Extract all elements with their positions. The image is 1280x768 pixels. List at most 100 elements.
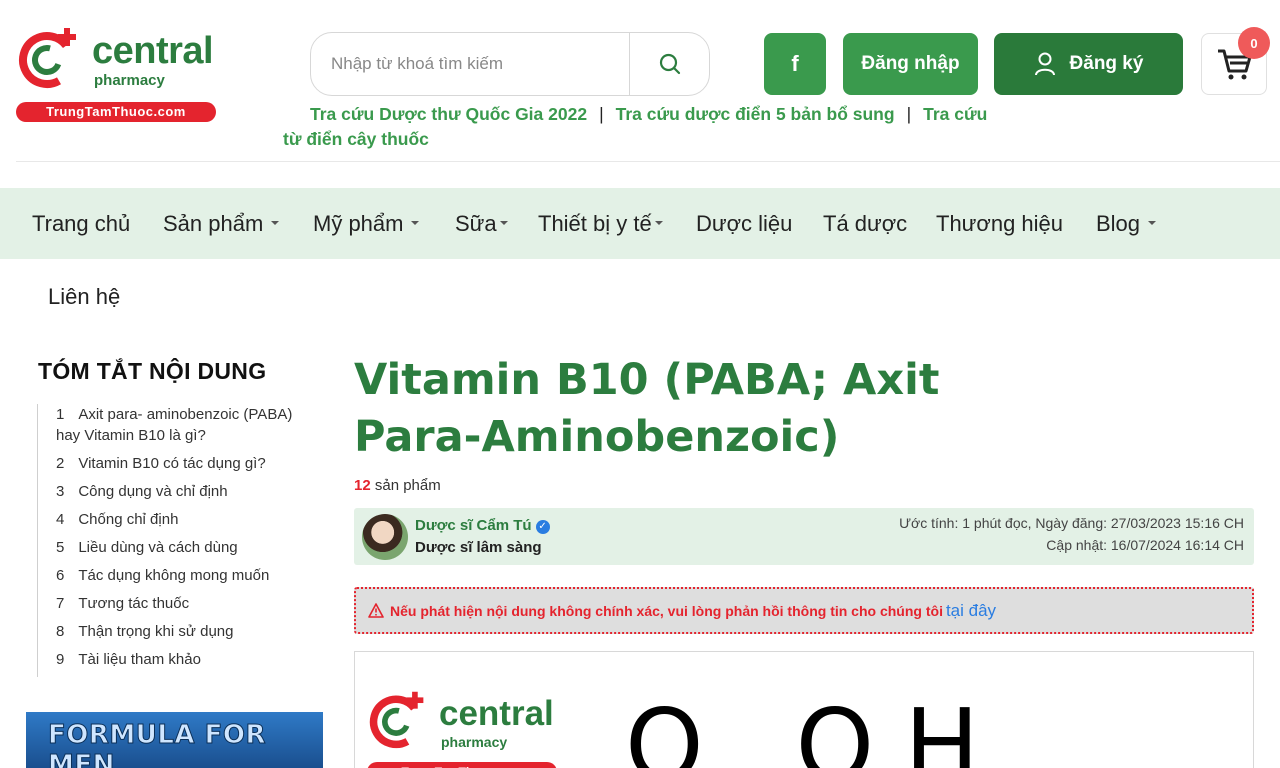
toc-item-number: 2 <box>56 455 65 472</box>
nav-item-blog[interactable]: Blog <box>1096 188 1157 259</box>
toc-item-number: 3 <box>56 483 65 500</box>
chevron-down-icon <box>654 221 663 226</box>
toc-item[interactable]: 3 Công dụng và chỉ định <box>56 481 317 502</box>
table-of-contents: 1 Axit para- aminobenzoic (PABA) hay Vita… <box>37 404 317 677</box>
logo-name: central <box>92 30 214 72</box>
page-title: Vitamin B10 (PABA; Axit Para-Aminobenzoi… <box>354 355 940 462</box>
toc-item-number: 1 <box>56 406 65 423</box>
feedback-warning: Nếu phát hiện nội dung không chính xác, … <box>354 587 1254 634</box>
verified-icon: ✓ <box>535 520 550 534</box>
user-icon <box>1034 52 1055 76</box>
nav-item-milk[interactable]: Sữa <box>455 188 508 259</box>
nav-label: Thiết bị y tế <box>538 211 652 236</box>
toc-item[interactable]: 2 Vitamin B10 có tác dụng gì? <box>56 453 317 474</box>
nav-label: Trang chủ <box>32 211 131 236</box>
toc-item-label: Công dụng và chỉ định <box>78 483 228 500</box>
nav-label: Thương hiệu <box>936 211 1064 236</box>
author-box: Dược sĩ Cẩm Tú ✓ Dược sĩ lâm sàng Ước tín… <box>354 508 1254 565</box>
nav-label: Blog <box>1096 211 1141 236</box>
login-button[interactable]: Đăng nhập <box>843 33 978 95</box>
chemical-structure-text: O OH <box>625 687 1010 768</box>
nav-label: Dược liệu <box>696 211 793 236</box>
nav-label: Sữa <box>455 211 497 236</box>
toc-item-label: Chống chỉ định <box>78 511 179 528</box>
chevron-down-icon <box>1148 221 1157 226</box>
product-count[interactable]: 12 sản phẩm <box>354 477 441 494</box>
toc-item-number: 7 <box>56 595 65 612</box>
toc-item[interactable]: 6 Tác dụng không mong muốn <box>56 565 317 586</box>
nav-label: Sản phẩm <box>163 211 264 236</box>
warning-text: Nếu phát hiện nội dung không chính xác, … <box>390 603 943 619</box>
toc-item-label: Vitamin B10 có tác dụng gì? <box>78 455 266 472</box>
promo-banner[interactable]: FORMULA FOR MEN <box>26 712 323 768</box>
author-role: Dược sĩ lâm sàng <box>415 539 542 556</box>
quicklink-separator: | <box>906 104 912 124</box>
quicklink-duoc-dien[interactable]: Tra cứu dược điển 5 bản bổ sung <box>616 104 895 124</box>
nav-item-medical-devices[interactable]: Thiết bị y tế <box>538 188 663 259</box>
product-count-number: 12 <box>354 477 371 494</box>
nav-item-brands[interactable]: Thương hiệu <box>936 188 1063 259</box>
toc-item-label: Tương tác thuốc <box>78 595 190 612</box>
nav-item-excipients[interactable]: Tá dược <box>823 188 907 259</box>
logo-site-banner: TrungTamThuoc.com <box>16 102 216 122</box>
toc-item[interactable]: 1 Axit para- aminobenzoic (PABA) hay Vita… <box>56 404 317 446</box>
toc-item-label: Thận trọng khi sử dụng <box>78 623 234 640</box>
cart-count-badge: 0 <box>1238 27 1270 59</box>
logo-mark-icon <box>19 28 76 88</box>
article-figure: central pharmacy TrungTamThuoc.com O OH <box>354 651 1254 768</box>
nav-item-contact[interactable]: Liên hệ <box>48 284 120 310</box>
search-button[interactable] <box>629 33 710 95</box>
logo-subtitle: pharmacy <box>94 72 165 89</box>
toc-item-label: Tác dụng không mong muốn <box>78 567 270 584</box>
toc-item-label: Axit para- aminobenzoic (PABA) hay Vitam… <box>56 406 293 444</box>
product-count-label: sản phẩm <box>374 477 441 494</box>
facebook-button[interactable]: f <box>764 33 826 95</box>
nav-item-cosmetics[interactable]: Mỹ phẩm <box>313 188 420 259</box>
toc-item-number: 9 <box>56 651 65 668</box>
toc-item[interactable]: 4 Chống chỉ định <box>56 509 317 530</box>
figure-logo-name: central <box>439 694 554 733</box>
figure-logo-banner: TrungTamThuoc.com <box>367 762 557 768</box>
search-bar <box>310 32 710 96</box>
toc-item[interactable]: 9 Tài liệu tham khảo <box>56 649 317 670</box>
search-input[interactable] <box>331 33 621 95</box>
quick-links: Tra cứu Dược thư Quốc Gia 2022 | Tra cứu d… <box>283 102 1003 152</box>
register-label: Đăng ký <box>1069 53 1144 74</box>
avatar[interactable] <box>362 514 408 560</box>
chevron-down-icon <box>271 221 280 226</box>
feedback-link[interactable]: tại đây <box>946 601 996 620</box>
toc-item-label: Liều dùng và cách dùng <box>78 539 238 556</box>
toc-item-number: 4 <box>56 511 65 528</box>
warning-icon <box>368 602 384 618</box>
logo-mark-icon <box>369 691 424 749</box>
site-logo[interactable]: central pharmacy TrungTamThuoc.com <box>14 22 219 122</box>
login-label: Đăng nhập <box>861 53 960 74</box>
nav-label: Mỹ phẩm <box>313 211 404 236</box>
author-name-text: Dược sĩ Cẩm Tú <box>415 517 532 534</box>
nav-item-herbs[interactable]: Dược liệu <box>696 188 792 259</box>
toc-item-number: 8 <box>56 623 65 640</box>
nav-item-home[interactable]: Trang chủ <box>32 188 130 259</box>
article-meta-posted: Ước tính: 1 phút đọc, Ngày đăng: 27/03/2… <box>899 515 1244 531</box>
author-name[interactable]: Dược sĩ Cẩm Tú ✓ <box>415 517 550 534</box>
register-button[interactable]: Đăng ký <box>994 33 1183 95</box>
toc-item-label: Tài liệu tham khảo <box>78 651 201 668</box>
figure-logo-subtitle: pharmacy <box>441 734 508 750</box>
figure-logo: central pharmacy TrungTamThuoc.com <box>367 688 567 768</box>
promo-banner-text: FORMULA FOR MEN <box>48 720 267 768</box>
toc-item[interactable]: 7 Tương tác thuốc <box>56 593 317 614</box>
toc-title: TÓM TẮT NỘI DUNG <box>38 358 267 384</box>
chevron-down-icon <box>499 221 508 226</box>
nav-item-products[interactable]: Sản phẩm <box>163 188 280 259</box>
quicklink-duoc-thu[interactable]: Tra cứu Dược thư Quốc Gia 2022 <box>310 104 587 124</box>
main-nav: Trang chủ Sản phẩm Mỹ phẩm Sữa Thiết bị … <box>0 188 1280 259</box>
search-icon <box>659 53 681 75</box>
nav-label: Tá dược <box>823 211 908 236</box>
header-divider <box>16 161 1280 162</box>
toc-item[interactable]: 5 Liều dùng và cách dùng <box>56 537 317 558</box>
facebook-icon: f <box>791 51 799 76</box>
chevron-down-icon <box>411 221 420 226</box>
toc-item[interactable]: 8 Thận trọng khi sử dụng <box>56 621 317 642</box>
toc-item-number: 5 <box>56 539 65 556</box>
quicklink-separator: | <box>599 104 604 124</box>
